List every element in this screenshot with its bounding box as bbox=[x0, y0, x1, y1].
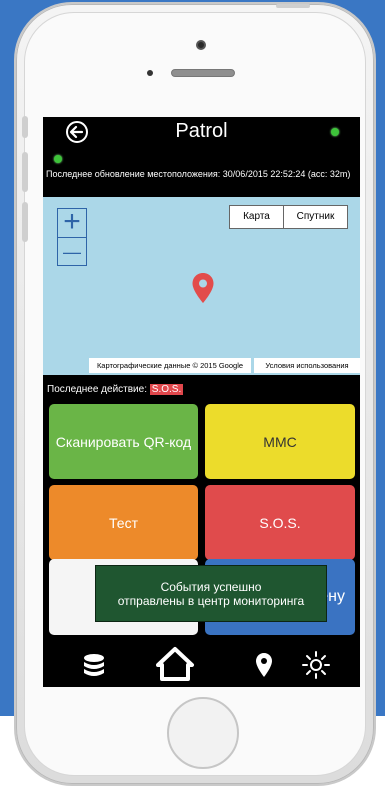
toast-line-2: отправлены в центр мониторинга bbox=[117, 593, 305, 608]
connection-status-icon bbox=[331, 128, 339, 136]
power-button bbox=[276, 4, 310, 8]
last-action-badge: S.O.S. bbox=[149, 384, 184, 395]
volume-down-button bbox=[22, 202, 28, 242]
gps-status-icon bbox=[54, 155, 62, 163]
toast-line-1: События успешно bbox=[160, 579, 262, 594]
sos-button[interactable]: S.O.S. bbox=[205, 485, 355, 560]
last-action: Последнее действие: S.O.S. bbox=[47, 384, 184, 395]
page-title: Patrol bbox=[175, 120, 228, 142]
map-type-map-button[interactable]: Карта bbox=[229, 205, 284, 229]
map-type-satellite-button[interactable]: Спутник bbox=[283, 205, 348, 229]
location-marker-icon[interactable] bbox=[191, 272, 215, 304]
last-location-update: Последнее обновление местоположения: 30/… bbox=[46, 169, 351, 179]
title-bar: Patrol bbox=[43, 117, 360, 148]
map-attribution: Картографические данные © 2015 Google bbox=[89, 358, 251, 373]
brightness-icon[interactable] bbox=[301, 650, 331, 680]
front-camera bbox=[196, 40, 206, 50]
proximity-sensor bbox=[147, 70, 153, 76]
location-pin-icon[interactable] bbox=[249, 650, 279, 680]
volume-up-button bbox=[22, 152, 28, 192]
bottom-navigation bbox=[43, 641, 360, 687]
zoom-in-button[interactable]: + bbox=[58, 207, 86, 237]
scan-qr-button[interactable]: Сканировать QR-код bbox=[49, 404, 198, 479]
last-action-label: Последнее действие: bbox=[47, 384, 147, 395]
toast-notification: События успешно отправлены в центр монит… bbox=[95, 565, 327, 622]
zoom-out-button[interactable]: — bbox=[58, 238, 86, 266]
terms-of-use-link[interactable]: Условия использования bbox=[254, 358, 360, 373]
zoom-control: + — bbox=[57, 207, 87, 266]
mmc-button[interactable]: MMC bbox=[205, 404, 355, 479]
test-button[interactable]: Тест bbox=[49, 485, 198, 560]
mute-switch bbox=[22, 116, 28, 138]
app-screen: Patrol Последнее обновление местоположен… bbox=[43, 117, 360, 687]
database-icon[interactable] bbox=[79, 650, 109, 680]
earpiece-speaker bbox=[171, 69, 235, 77]
home-button[interactable] bbox=[167, 697, 239, 769]
home-icon[interactable] bbox=[155, 646, 195, 682]
